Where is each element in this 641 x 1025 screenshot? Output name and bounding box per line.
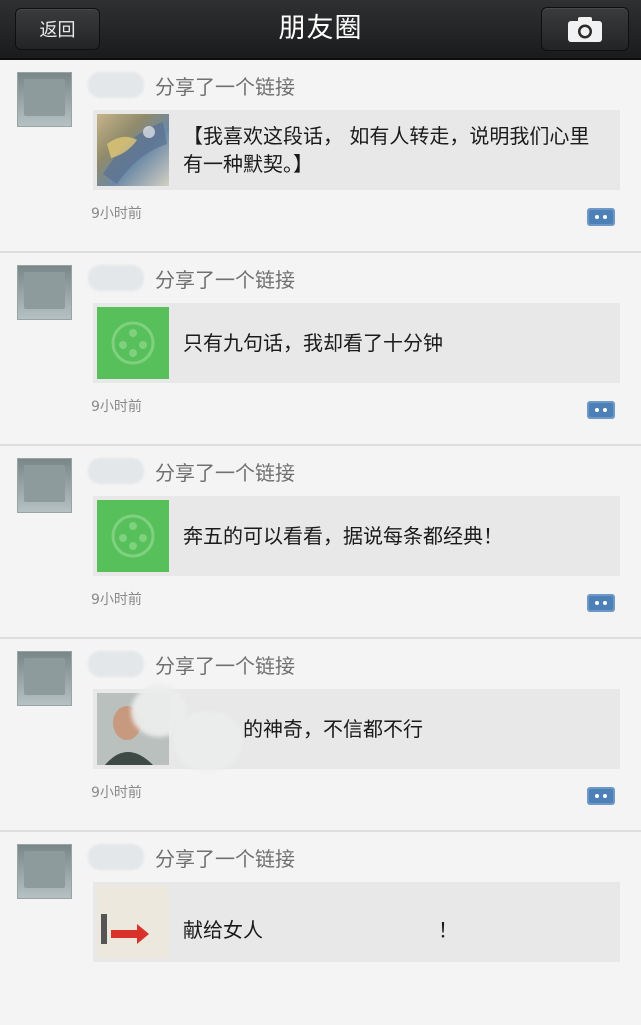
post-action: 分享了一个链接	[155, 268, 295, 292]
avatar[interactable]	[17, 651, 72, 706]
film-reel-icon	[111, 321, 155, 365]
feed-post: 分享了一个链接 的神奇，不信都不行 9小时前	[0, 639, 641, 832]
post-time: 9小时前	[91, 206, 142, 222]
post-action: 分享了一个链接	[155, 461, 295, 485]
link-title: 献给女人 ！	[183, 882, 608, 962]
link-card[interactable]: 的神奇，不信都不行	[93, 685, 620, 771]
camera-icon	[568, 17, 602, 42]
link-thumbnail	[97, 114, 169, 186]
camera-button[interactable]	[541, 7, 629, 51]
artwork-image	[103, 122, 167, 184]
username-blurred	[88, 844, 144, 870]
comment-icon[interactable]	[586, 591, 616, 615]
link-card[interactable]: 只有九句话，我却看了十分钟	[93, 303, 620, 383]
sign-image	[97, 886, 169, 958]
comment-icon[interactable]	[586, 784, 616, 808]
avatar[interactable]	[17, 265, 72, 320]
post-action: 分享了一个链接	[155, 847, 295, 871]
post-time: 9小时前	[91, 592, 142, 608]
feed-post: 分享了一个链接 奔五的可以看看，据说每条都经典！ 9小时前	[0, 446, 641, 639]
link-card[interactable]: 奔五的可以看看，据说每条都经典！	[93, 496, 620, 576]
feed-post: 分享了一个链接 【我喜欢这段话， 如有人转走，说明我们心里有一种默契。】 9小时…	[0, 60, 641, 253]
username-blurred	[88, 265, 144, 291]
comment-icon[interactable]	[586, 205, 616, 229]
avatar[interactable]	[17, 458, 72, 513]
comment-icon[interactable]	[586, 398, 616, 422]
post-time: 9小时前	[91, 785, 142, 801]
moments-feed: 分享了一个链接 【我喜欢这段话， 如有人转走，说明我们心里有一种默契。】 9小时…	[0, 60, 641, 1025]
post-action: 分享了一个链接	[155, 75, 295, 99]
avatar[interactable]	[17, 844, 72, 899]
link-thumbnail	[97, 500, 169, 572]
post-time: 9小时前	[91, 399, 142, 415]
post-action: 分享了一个链接	[155, 654, 295, 678]
film-reel-icon	[111, 514, 155, 558]
link-thumbnail	[97, 886, 169, 958]
privacy-blur	[173, 711, 243, 771]
link-card[interactable]: 献给女人 ！	[93, 882, 620, 962]
link-title: 【我喜欢这段话， 如有人转走，说明我们心里有一种默契。】	[183, 124, 590, 176]
link-thumbnail	[97, 307, 169, 379]
top-bar: 返回 朋友圈	[0, 0, 641, 60]
link-title-end: ！	[438, 918, 458, 942]
link-title: 奔五的可以看看，据说每条都经典！	[183, 524, 503, 548]
feed-post: 分享了一个链接 只有九句话，我却看了十分钟 9小时前	[0, 253, 641, 446]
link-title: 只有九句话，我却看了十分钟	[183, 331, 443, 355]
link-title-start: 献给女人	[183, 918, 263, 942]
username-blurred	[88, 651, 144, 677]
avatar[interactable]	[17, 72, 72, 127]
link-title: 的神奇，不信都不行	[243, 717, 423, 741]
link-card[interactable]: 【我喜欢这段话， 如有人转走，说明我们心里有一种默契。】	[93, 110, 620, 190]
username-blurred	[88, 458, 144, 484]
feed-post: 分享了一个链接 献给女人 ！	[0, 832, 641, 1025]
username-blurred	[88, 72, 144, 98]
